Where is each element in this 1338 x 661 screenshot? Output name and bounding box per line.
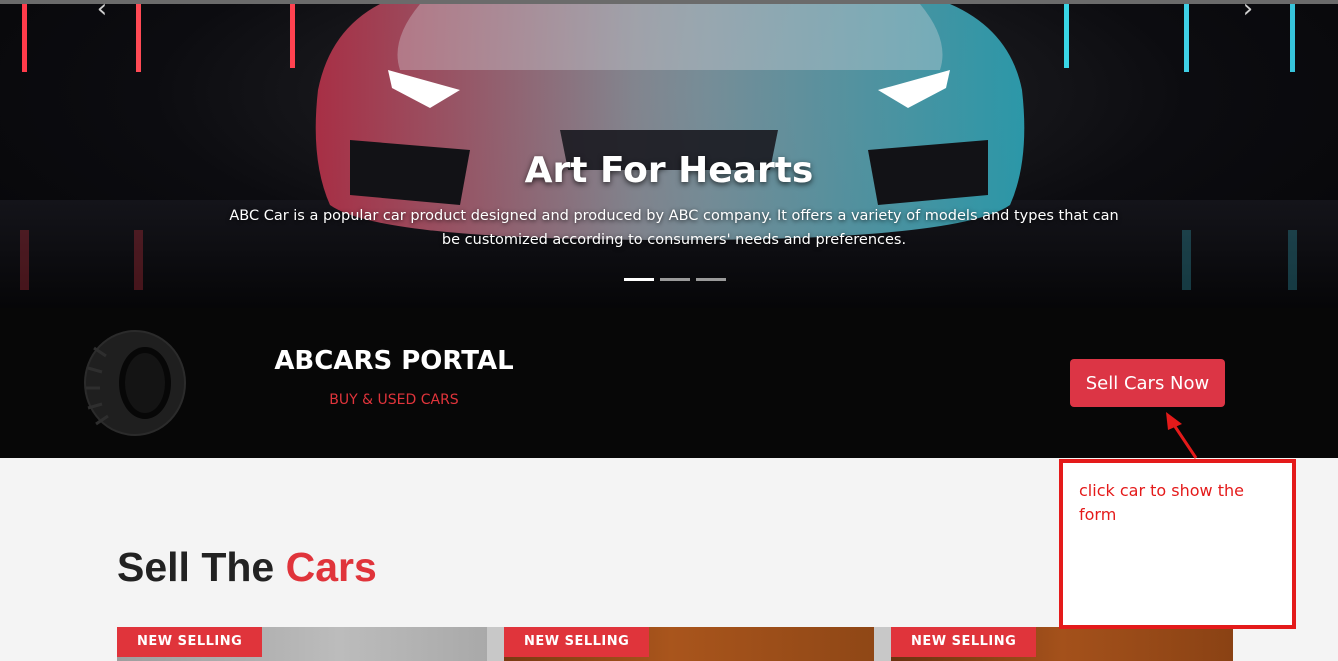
carousel-indicators [624,278,726,281]
hero-title: Art For Hearts [524,150,814,191]
brand-band: ABCARS PORTAL BUY & USED CARS Sell Cars … [0,308,1338,458]
carousel-next-button[interactable]: › [1236,0,1260,24]
page: ‹ › Art For Hearts ABC Car is a popular … [0,0,1338,661]
card-divider [874,627,891,661]
card-divider [487,627,504,661]
chevron-right-icon: › [1242,0,1254,24]
brand-title: ABCARS PORTAL [274,346,514,376]
new-selling-badge: NEW SELLING [504,627,650,657]
car-card[interactable]: NEW SELLING [504,627,874,661]
hero-description: ABC Car is a popular car product designe… [229,208,1119,248]
annotation-box: click car to show the form [1059,459,1296,629]
section-title: Sell The Cars [117,544,377,591]
section-title-accent: Cars [285,544,377,590]
sell-cars-now-button[interactable]: Sell Cars Now [1070,359,1225,407]
section-title-main: Sell The [117,544,275,590]
carousel-indicator-3[interactable] [696,278,726,281]
tire-icon [84,330,186,436]
brand-subtitle: BUY & USED CARS [329,392,459,408]
new-selling-badge: NEW SELLING [891,627,1037,657]
car-card[interactable]: NEW SELLING [891,627,1233,661]
annotation-text: click car to show the form [1079,481,1244,524]
car-card-list: NEW SELLING NEW SELLING NEW SELLING [117,627,1233,661]
chevron-left-icon: ‹ [96,0,108,24]
new-selling-badge: NEW SELLING [117,627,263,657]
carousel-prev-button[interactable]: ‹ [90,0,114,24]
carousel-indicator-1[interactable] [624,278,654,281]
carousel-indicator-2[interactable] [660,278,690,281]
car-card[interactable]: NEW SELLING [117,627,487,661]
hero-carousel[interactable]: ‹ › Art For Hearts ABC Car is a popular … [0,0,1338,308]
